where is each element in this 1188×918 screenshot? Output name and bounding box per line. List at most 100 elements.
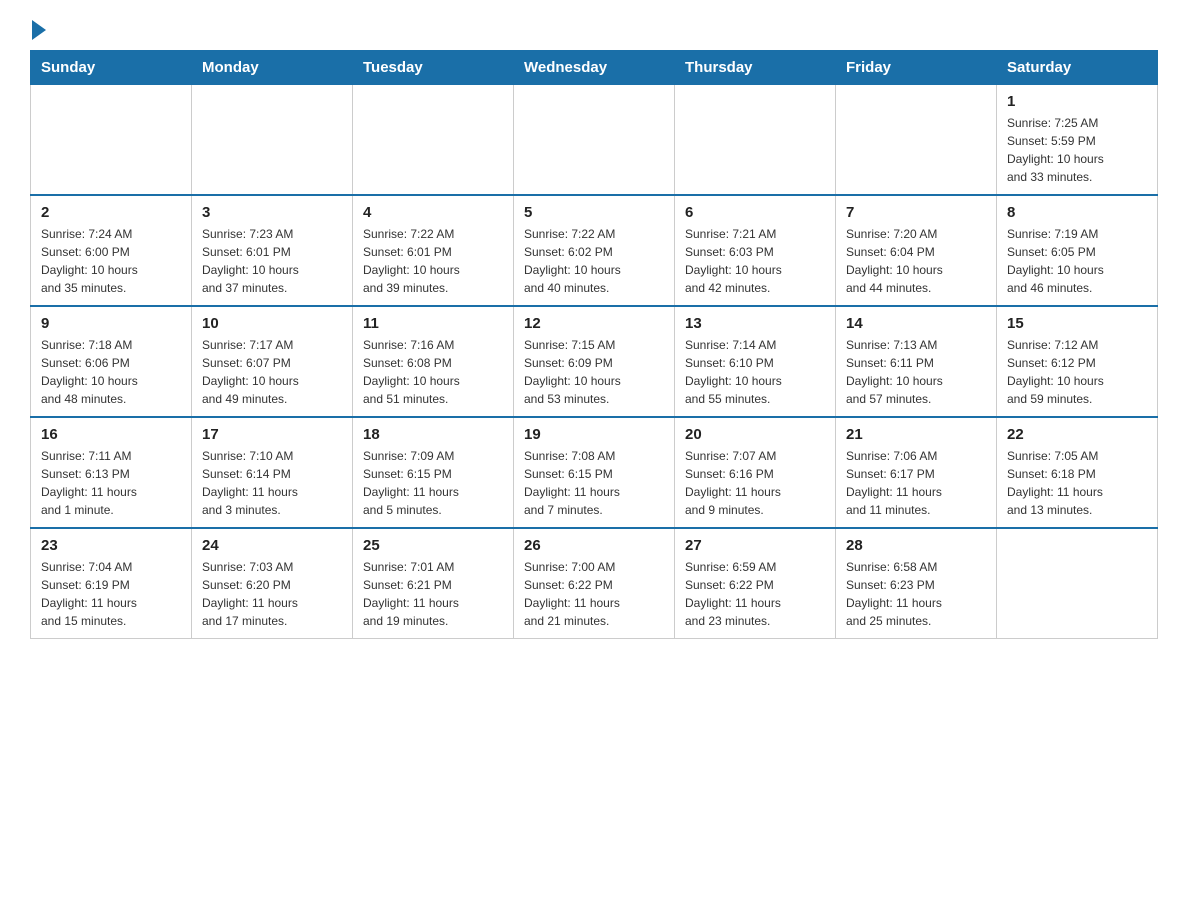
day-number: 16	[41, 426, 181, 443]
day-info: Sunrise: 7:22 AM Sunset: 6:02 PM Dayligh…	[524, 225, 664, 297]
calendar-cell: 13 Sunrise: 7:14 AM Sunset: 6:10 PM Dayli…	[675, 306, 836, 417]
day-number: 24	[202, 537, 342, 554]
weekday-header-saturday: Saturday	[997, 51, 1158, 85]
weekday-header-thursday: Thursday	[675, 51, 836, 85]
calendar-cell: 15 Sunrise: 7:12 AM Sunset: 6:12 PM Dayli…	[997, 306, 1158, 417]
calendar-cell: 22Sunrise: 7:05 AM Sunset: 6:18 PM Dayli…	[997, 417, 1158, 528]
day-number: 13	[685, 315, 825, 332]
day-info: Sunrise: 7:17 AM Sunset: 6:07 PM Dayligh…	[202, 336, 342, 408]
day-number: 19	[524, 426, 664, 443]
day-number: 15	[1007, 315, 1147, 332]
day-info: Sunrise: 7:24 AM Sunset: 6:00 PM Dayligh…	[41, 225, 181, 297]
calendar-cell: 19 Sunrise: 7:08 AM Sunset: 6:15 PM Dayli…	[514, 417, 675, 528]
calendar-cell: 11 Sunrise: 7:16 AM Sunset: 6:08 PM Dayli…	[353, 306, 514, 417]
day-info: Sunrise: 7:22 AM Sunset: 6:01 PM Dayligh…	[363, 225, 503, 297]
day-number: 23	[41, 537, 181, 554]
calendar-cell: 24 Sunrise: 7:03 AM Sunset: 6:20 PM Dayli…	[192, 528, 353, 639]
day-info: Sunrise: 7:10 AM Sunset: 6:14 PM Dayligh…	[202, 447, 342, 519]
day-number: 25	[363, 537, 503, 554]
day-info: Sunrise: 7:19 AM Sunset: 6:05 PM Dayligh…	[1007, 225, 1147, 297]
calendar-cell: 12 Sunrise: 7:15 AM Sunset: 6:09 PM Dayli…	[514, 306, 675, 417]
day-number: 26	[524, 537, 664, 554]
day-info: Sunrise: 7:16 AM Sunset: 6:08 PM Dayligh…	[363, 336, 503, 408]
calendar-cell: 3 Sunrise: 7:23 AM Sunset: 6:01 PM Daylig…	[192, 195, 353, 306]
day-info: Sunrise: 7:21 AM Sunset: 6:03 PM Dayligh…	[685, 225, 825, 297]
weekday-header-friday: Friday	[836, 51, 997, 85]
calendar-cell	[192, 85, 353, 196]
calendar-week-row: 9 Sunrise: 7:18 AM Sunset: 6:06 PM Daylig…	[31, 306, 1158, 417]
day-number: 8	[1007, 204, 1147, 221]
calendar-cell: 21Sunrise: 7:06 AM Sunset: 6:17 PM Dayli…	[836, 417, 997, 528]
calendar-cell: 23 Sunrise: 7:04 AM Sunset: 6:19 PM Dayli…	[31, 528, 192, 639]
day-info: Sunrise: 6:58 AM Sunset: 6:23 PM Dayligh…	[846, 558, 986, 630]
day-info: Sunrise: 7:08 AM Sunset: 6:15 PM Dayligh…	[524, 447, 664, 519]
calendar-cell: 16 Sunrise: 7:11 AM Sunset: 6:13 PM Dayli…	[31, 417, 192, 528]
day-number: 7	[846, 204, 986, 221]
calendar-header-row: SundayMondayTuesdayWednesdayThursdayFrid…	[31, 51, 1158, 85]
calendar-week-row: 1 Sunrise: 7:25 AM Sunset: 5:59 PM Daylig…	[31, 85, 1158, 196]
calendar-cell: 28 Sunrise: 6:58 AM Sunset: 6:23 PM Dayli…	[836, 528, 997, 639]
day-info: Sunrise: 7:12 AM Sunset: 6:12 PM Dayligh…	[1007, 336, 1147, 408]
day-info: Sunrise: 7:07 AM Sunset: 6:16 PM Dayligh…	[685, 447, 825, 519]
calendar-cell: 4 Sunrise: 7:22 AM Sunset: 6:01 PM Daylig…	[353, 195, 514, 306]
weekday-header-wednesday: Wednesday	[514, 51, 675, 85]
day-number: 28	[846, 537, 986, 554]
calendar-cell: 1 Sunrise: 7:25 AM Sunset: 5:59 PM Daylig…	[997, 85, 1158, 196]
calendar-cell: 25 Sunrise: 7:01 AM Sunset: 6:21 PM Dayli…	[353, 528, 514, 639]
calendar-cell: 17 Sunrise: 7:10 AM Sunset: 6:14 PM Dayli…	[192, 417, 353, 528]
day-number: 27	[685, 537, 825, 554]
calendar-cell	[31, 85, 192, 196]
calendar-week-row: 16 Sunrise: 7:11 AM Sunset: 6:13 PM Dayli…	[31, 417, 1158, 528]
day-info: Sunrise: 7:20 AM Sunset: 6:04 PM Dayligh…	[846, 225, 986, 297]
day-number: 14	[846, 315, 986, 332]
day-info: Sunrise: 7:23 AM Sunset: 6:01 PM Dayligh…	[202, 225, 342, 297]
day-number: 6	[685, 204, 825, 221]
day-info: Sunrise: 7:01 AM Sunset: 6:21 PM Dayligh…	[363, 558, 503, 630]
logo-arrow-icon	[32, 20, 46, 40]
calendar-cell	[353, 85, 514, 196]
calendar-table: SundayMondayTuesdayWednesdayThursdayFrid…	[30, 50, 1158, 639]
day-info: Sunrise: 6:59 AM Sunset: 6:22 PM Dayligh…	[685, 558, 825, 630]
day-info: Sunrise: 7:11 AM Sunset: 6:13 PM Dayligh…	[41, 447, 181, 519]
calendar-cell	[675, 85, 836, 196]
calendar-cell	[997, 528, 1158, 639]
day-number: 1	[1007, 93, 1147, 110]
weekday-header-tuesday: Tuesday	[353, 51, 514, 85]
day-number: 4	[363, 204, 503, 221]
weekday-header-monday: Monday	[192, 51, 353, 85]
weekday-header-sunday: Sunday	[31, 51, 192, 85]
day-info: Sunrise: 7:03 AM Sunset: 6:20 PM Dayligh…	[202, 558, 342, 630]
calendar-cell	[514, 85, 675, 196]
calendar-cell: 27 Sunrise: 6:59 AM Sunset: 6:22 PM Dayli…	[675, 528, 836, 639]
day-info: Sunrise: 7:14 AM Sunset: 6:10 PM Dayligh…	[685, 336, 825, 408]
day-number: 22	[1007, 426, 1147, 443]
calendar-cell: 20 Sunrise: 7:07 AM Sunset: 6:16 PM Dayli…	[675, 417, 836, 528]
calendar-cell: 10Sunrise: 7:17 AM Sunset: 6:07 PM Dayli…	[192, 306, 353, 417]
page-header	[30, 20, 1158, 40]
day-number: 17	[202, 426, 342, 443]
day-info: Sunrise: 7:15 AM Sunset: 6:09 PM Dayligh…	[524, 336, 664, 408]
day-info: Sunrise: 7:00 AM Sunset: 6:22 PM Dayligh…	[524, 558, 664, 630]
day-number: 11	[363, 315, 503, 332]
calendar-cell: 14Sunrise: 7:13 AM Sunset: 6:11 PM Dayli…	[836, 306, 997, 417]
calendar-cell: 6 Sunrise: 7:21 AM Sunset: 6:03 PM Daylig…	[675, 195, 836, 306]
day-number: 18	[363, 426, 503, 443]
calendar-cell: 8 Sunrise: 7:19 AM Sunset: 6:05 PM Daylig…	[997, 195, 1158, 306]
day-number: 9	[41, 315, 181, 332]
day-info: Sunrise: 7:09 AM Sunset: 6:15 PM Dayligh…	[363, 447, 503, 519]
day-number: 5	[524, 204, 664, 221]
day-info: Sunrise: 7:04 AM Sunset: 6:19 PM Dayligh…	[41, 558, 181, 630]
day-number: 3	[202, 204, 342, 221]
day-info: Sunrise: 7:18 AM Sunset: 6:06 PM Dayligh…	[41, 336, 181, 408]
day-info: Sunrise: 7:25 AM Sunset: 5:59 PM Dayligh…	[1007, 114, 1147, 186]
calendar-cell: 26 Sunrise: 7:00 AM Sunset: 6:22 PM Dayli…	[514, 528, 675, 639]
calendar-cell: 18 Sunrise: 7:09 AM Sunset: 6:15 PM Dayli…	[353, 417, 514, 528]
calendar-week-row: 23 Sunrise: 7:04 AM Sunset: 6:19 PM Dayli…	[31, 528, 1158, 639]
calendar-cell	[836, 85, 997, 196]
calendar-week-row: 2Sunrise: 7:24 AM Sunset: 6:00 PM Daylig…	[31, 195, 1158, 306]
day-number: 12	[524, 315, 664, 332]
day-info: Sunrise: 7:06 AM Sunset: 6:17 PM Dayligh…	[846, 447, 986, 519]
calendar-cell: 2Sunrise: 7:24 AM Sunset: 6:00 PM Daylig…	[31, 195, 192, 306]
logo	[30, 20, 46, 40]
day-number: 20	[685, 426, 825, 443]
